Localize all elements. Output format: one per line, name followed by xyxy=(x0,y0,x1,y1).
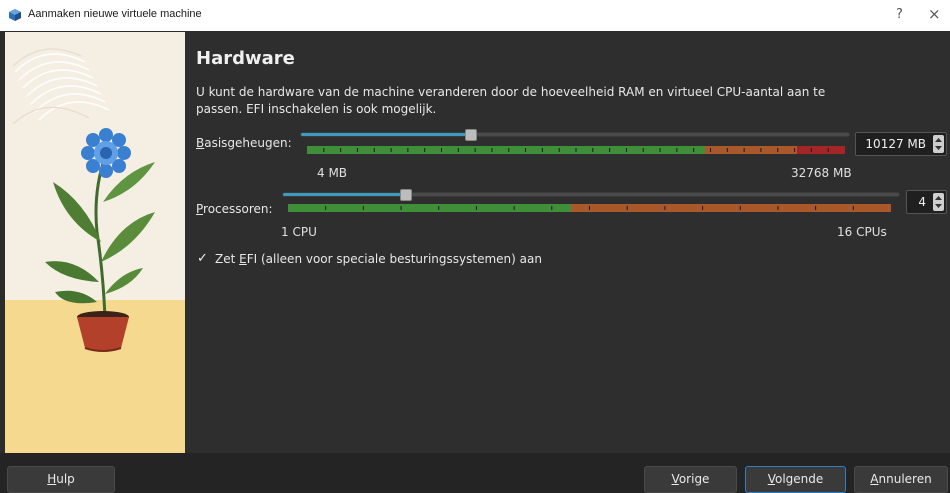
window-title: Aanmaken nieuwe virtuele machine xyxy=(28,8,202,20)
processors-range-good xyxy=(288,204,572,212)
processors-label: Processoren: xyxy=(196,202,273,216)
help-icon[interactable]: ? xyxy=(896,7,903,22)
processors-spinbox[interactable]: 4 xyxy=(906,190,947,214)
processors-max-label: 16 CPUs xyxy=(837,225,887,239)
memory-label: Basisgeheugen: xyxy=(196,136,292,150)
memory-range-bad xyxy=(796,146,845,154)
memory-min-label: 4 MB xyxy=(317,166,348,180)
virtualbox-icon xyxy=(9,9,21,21)
processors-value: 4 xyxy=(918,195,926,209)
page-description: U kunt de hardware van de machine verand… xyxy=(196,85,826,116)
processors-slider[interactable] xyxy=(282,192,900,197)
help-button[interactable]: Hulp xyxy=(7,466,115,493)
memory-spinbox[interactable]: 10127 MB xyxy=(855,132,947,156)
memory-slider-handle[interactable] xyxy=(464,129,477,141)
cancel-button[interactable]: Annuleren xyxy=(854,466,948,493)
page-title: Hardware xyxy=(196,48,295,69)
memory-range-good xyxy=(307,146,706,154)
memory-value: 10127 MB xyxy=(865,137,926,151)
back-button[interactable]: Vorige xyxy=(644,466,737,493)
processors-range-warn xyxy=(571,204,891,212)
next-button[interactable]: Volgende xyxy=(745,466,846,493)
memory-range-indicator xyxy=(307,146,845,154)
processors-min-label: 1 CPU xyxy=(281,225,317,239)
memory-slider[interactable] xyxy=(300,132,850,137)
memory-range-warn xyxy=(705,146,797,154)
processors-slider-fill xyxy=(283,193,407,196)
title-bar: Aanmaken nieuwe virtuele machine ? × xyxy=(0,0,950,31)
efi-checkbox[interactable]: ✓ xyxy=(197,251,208,266)
button-bar: Hulp Vorige Volgende Annuleren xyxy=(0,453,950,493)
memory-slider-fill xyxy=(301,133,472,136)
spin-arrows-icon[interactable] xyxy=(930,191,946,213)
efi-checkbox-label[interactable]: Zet EFI (alleen voor speciale besturings… xyxy=(215,252,542,266)
memory-max-label: 32768 MB xyxy=(791,166,852,180)
close-icon[interactable]: × xyxy=(928,5,941,23)
wizard-illustration xyxy=(5,32,185,453)
processors-range-indicator xyxy=(288,204,891,212)
wizard-content: Hardware U kunt de hardware van de machi… xyxy=(185,32,950,453)
spin-arrows-icon[interactable] xyxy=(930,133,946,155)
processors-slider-handle[interactable] xyxy=(399,189,412,201)
